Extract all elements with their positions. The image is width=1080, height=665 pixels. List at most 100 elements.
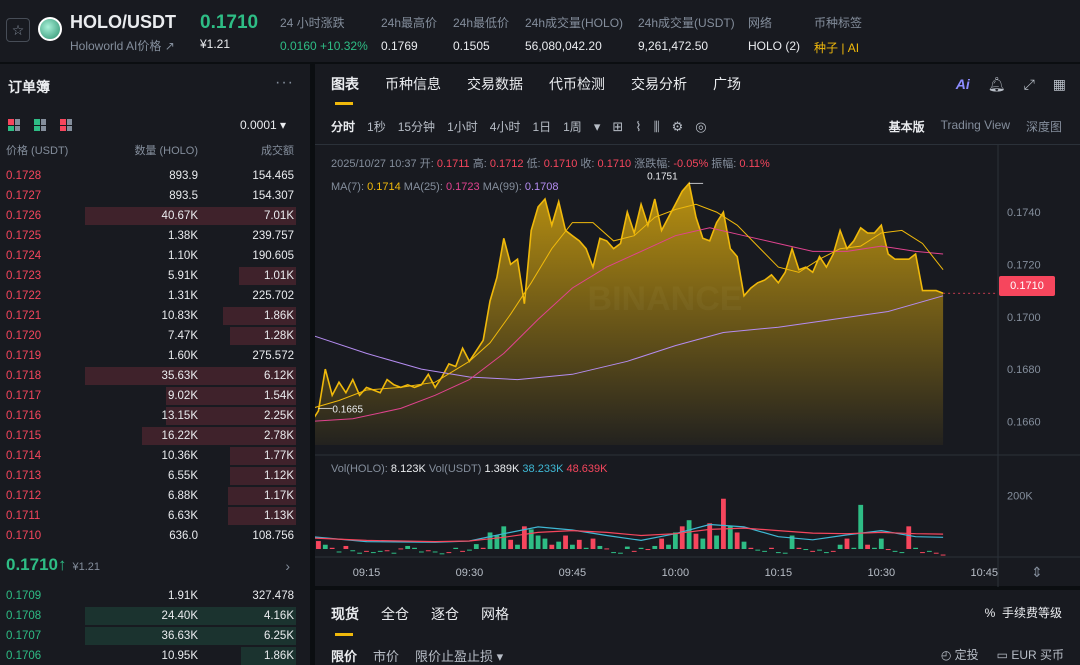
layout-grid-icon[interactable]: ▦ <box>1053 76 1066 93</box>
ask-row[interactable]: 0.1717 9.02K 1.54K <box>0 386 310 406</box>
ask-row[interactable]: 0.1710 636.0 108.756 <box>0 526 310 546</box>
volume-bar <box>535 535 541 549</box>
interval-2[interactable]: 15分钟 <box>398 118 435 135</box>
indicator-icon[interactable]: ⌇ <box>635 119 641 135</box>
tick-size-select[interactable]: 0.0001 ▾ <box>240 118 286 132</box>
bid-row[interactable]: 0.1706 10.95K 1.86K <box>0 646 310 665</box>
bell-icon[interactable]: 🔔︎ <box>988 76 1006 93</box>
ask-row[interactable]: 0.1716 13.15K 2.25K <box>0 406 310 426</box>
favorite-star-icon[interactable]: ☆ <box>6 18 30 42</box>
order-type-1[interactable]: 市价 <box>373 646 399 665</box>
row-price: 0.1722 <box>6 290 42 302</box>
trade-tab-0[interactable]: 现货 <box>331 604 359 636</box>
calendar-icon[interactable]: ⊞ <box>612 119 623 135</box>
volume-bar <box>940 554 946 556</box>
chart-area[interactable]: BINANCE0.17400.17200.17000.16800.1660200… <box>315 144 1080 587</box>
volume-bar <box>590 538 596 549</box>
volume-bar <box>322 544 328 549</box>
view-both-icon[interactable] <box>8 119 20 131</box>
volume-bar <box>473 544 479 549</box>
volume-bar <box>837 544 843 549</box>
interval-5[interactable]: 1日 <box>532 118 551 135</box>
interval-4[interactable]: 4小时 <box>490 118 521 135</box>
ask-row[interactable]: 0.1711 6.63K 1.13K <box>0 506 310 526</box>
ask-row[interactable]: 0.1721 10.83K 1.86K <box>0 306 310 326</box>
candle-type-icon[interactable]: ⫼ <box>654 119 660 135</box>
bid-row[interactable]: 0.1709 1.91K 327.478 <box>0 586 310 606</box>
ask-row[interactable]: 0.1723 5.91K 1.01K <box>0 266 310 286</box>
view-1[interactable]: Trading View <box>941 118 1010 135</box>
bid-row[interactable]: 0.1708 24.40K 4.16K <box>0 606 310 626</box>
interval-0[interactable]: 分时 <box>331 118 355 135</box>
chart-tab-4[interactable]: 交易分析 <box>631 74 687 94</box>
fee-level[interactable]: % 手续费等级 <box>985 604 1062 621</box>
volume-bar <box>686 520 692 549</box>
ai-icon[interactable]: Ai <box>956 76 970 93</box>
volume-bar <box>432 551 438 553</box>
ask-row[interactable]: 0.1720 7.47K 1.28K <box>0 326 310 346</box>
order-type-2[interactable]: 限价止盈止损 ▾ <box>415 646 503 665</box>
order-extra-links: ◴ 定投 ▭ EUR 买币 <box>941 646 1064 663</box>
order-book-mid-price[interactable]: 0.1710↑ ¥1.21 › <box>6 555 306 579</box>
stat-label: 24h最高价 <box>381 16 438 30</box>
ask-row[interactable]: 0.1727 893.5 154.307 <box>0 186 310 206</box>
price-chart-svg[interactable]: BINANCE0.17400.17200.17000.16800.1660200… <box>315 145 1080 587</box>
stat-4: 24h成交量(USDT) 9,261,472.50 <box>638 14 735 53</box>
trade-tab-3[interactable]: 网格 <box>481 604 509 624</box>
ask-row[interactable]: 0.1715 16.22K 2.78K <box>0 426 310 446</box>
chart-tab-0[interactable]: 图表 <box>331 74 359 105</box>
order-entry-panel: 现货 全仓 逐仓 网格 % 手续费等级 限价 市价 限价止盈止损 ▾ ◴ 定投 ▭ EUR… <box>315 590 1080 665</box>
display-options-icon[interactable]: ◎ <box>695 119 706 135</box>
order-type-0[interactable]: 限价 <box>331 646 357 665</box>
ask-rows: 0.1728 893.9 154.465 0.1727 893.5 154.307 0.17… <box>0 166 310 546</box>
ask-row[interactable]: 0.1719 1.60K 275.572 <box>0 346 310 366</box>
view-0[interactable]: 基本版 <box>889 118 925 135</box>
view-asks-icon[interactable] <box>60 119 72 131</box>
ask-row[interactable]: 0.1718 35.63K 6.12K <box>0 366 310 386</box>
chevron-down-icon[interactable]: ▾ <box>594 119 601 135</box>
volume-bar <box>714 535 719 549</box>
interval-1[interactable]: 1秒 <box>367 118 386 135</box>
ask-row[interactable]: 0.1722 1.31K 225.702 <box>0 286 310 306</box>
ask-row[interactable]: 0.1726 40.67K 7.01K <box>0 206 310 226</box>
chart-tab-2[interactable]: 交易数据 <box>467 74 523 94</box>
interval-6[interactable]: 1周 <box>563 118 582 135</box>
trade-tab-2[interactable]: 逐仓 <box>431 604 459 624</box>
row-amount: 6.55K <box>167 470 198 482</box>
pair-name[interactable]: HOLO/USDT <box>70 12 176 33</box>
row-total: 1.86K <box>263 650 294 662</box>
volume-bar <box>933 552 939 554</box>
view-bids-icon[interactable] <box>34 119 46 131</box>
ask-row[interactable]: 0.1728 893.9 154.465 <box>0 166 310 186</box>
volume-bar <box>741 541 747 549</box>
row-amount: 1.10K <box>167 250 198 262</box>
more-options-icon[interactable]: ··· <box>275 74 294 92</box>
buy-with-eur-link[interactable]: ▭ EUR 买币 <box>997 646 1064 663</box>
pair-subtitle-link[interactable]: Holoworld AI价格 ↗ <box>70 37 175 54</box>
volume-bar <box>515 544 520 549</box>
ask-row[interactable]: 0.1712 6.88K 1.17K <box>0 486 310 506</box>
trade-tab-1[interactable]: 全仓 <box>381 604 409 624</box>
row-amount: 893.9 <box>169 170 198 182</box>
ask-row[interactable]: 0.1725 1.38K 239.757 <box>0 226 310 246</box>
ask-row[interactable]: 0.1714 10.36K 1.77K <box>0 446 310 466</box>
chart-tab-3[interactable]: 代币检测 <box>549 74 605 94</box>
chart-settings-icon[interactable]: ⚙ <box>672 119 684 135</box>
volume-bar <box>556 541 562 549</box>
chevron-right-icon[interactable]: › <box>285 558 290 574</box>
expand-icon[interactable]: ⤢ <box>1024 76 1035 93</box>
volume-bar <box>892 550 898 552</box>
ask-row[interactable]: 0.1724 1.10K 190.605 <box>0 246 310 266</box>
holo-coin-logo <box>38 17 62 41</box>
volume-bar <box>679 526 685 549</box>
interval-3[interactable]: 1小时 <box>447 118 478 135</box>
ask-row[interactable]: 0.1713 6.55K 1.12K <box>0 466 310 486</box>
bid-row[interactable]: 0.1707 36.63K 6.25K <box>0 626 310 646</box>
volume-bar <box>350 550 356 552</box>
chart-tab-5[interactable]: 广场 <box>713 74 741 94</box>
y-tick-label: 0.1700 <box>1007 312 1041 324</box>
row-amount: 36.63K <box>161 630 198 642</box>
chart-tab-1[interactable]: 币种信息 <box>385 74 441 94</box>
view-2[interactable]: 深度图 <box>1026 118 1062 135</box>
auto-invest-link[interactable]: ◴ 定投 <box>941 646 979 663</box>
